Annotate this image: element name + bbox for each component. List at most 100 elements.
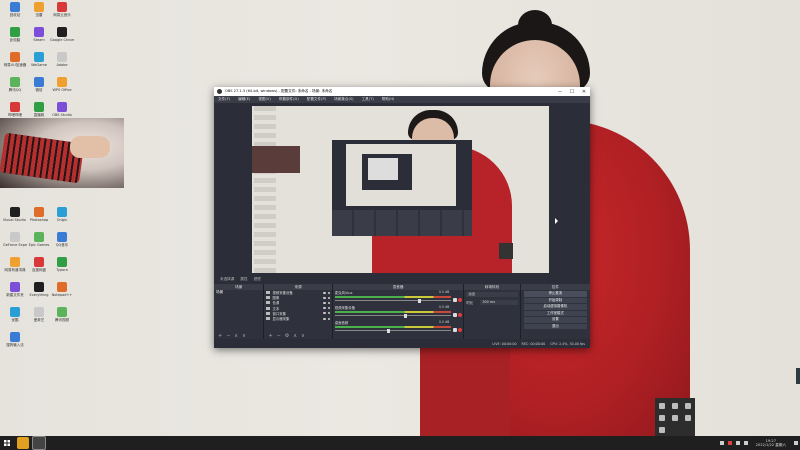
desktop-icon[interactable]: Adobe: [50, 52, 74, 76]
source-settings-icon[interactable]: ⚙: [285, 333, 289, 339]
duration-input[interactable]: 300 ms: [480, 300, 518, 305]
desktop-icon[interactable]: 腾讯QQ: [3, 77, 27, 101]
desktop-icon[interactable]: WeGame: [27, 52, 51, 76]
desktop-icon[interactable]: Everything: [27, 282, 51, 306]
notification-icon[interactable]: [794, 441, 798, 445]
eye-icon[interactable]: [322, 301, 326, 304]
file-explorer-icon[interactable]: [17, 437, 29, 449]
start-recording-button[interactable]: 开始录制: [523, 297, 587, 303]
desktop-icon[interactable]: 百度网盘: [27, 257, 51, 281]
tray-popup-icon[interactable]: [685, 403, 691, 409]
desktop-icon[interactable]: Google Chrome: [50, 27, 74, 51]
network-icon[interactable]: [735, 441, 740, 445]
tray-popup-icon[interactable]: [685, 415, 691, 421]
mixer-settings-icon[interactable]: [458, 298, 463, 302]
volume-slider-handle[interactable]: [403, 313, 407, 318]
speaker-icon[interactable]: [453, 328, 458, 332]
move-scene-down-button[interactable]: ∨: [242, 333, 246, 339]
add-scene-button[interactable]: +: [218, 333, 222, 339]
desktop-icon[interactable]: Steam: [27, 27, 51, 51]
lock-icon[interactable]: [327, 296, 330, 299]
source-item[interactable]: 显示器采集: [264, 316, 331, 321]
speaker-icon[interactable]: [453, 298, 458, 302]
clock[interactable]: 19:27 2022/1/22 星期六: [756, 439, 786, 447]
desktop-icon[interactable]: 网易云音乐: [50, 2, 74, 26]
menu-help[interactable]: 帮助(H): [378, 97, 399, 102]
desktop-icon[interactable]: Notepad++: [50, 282, 74, 306]
maximize-button[interactable]: ☐: [566, 89, 578, 95]
transition-select[interactable]: 淡出: [466, 292, 518, 297]
desktop-icon[interactable]: Photoshop: [27, 207, 51, 231]
tray-icon[interactable]: [719, 441, 724, 445]
desktop-icon[interactable]: 此电脑: [3, 27, 27, 51]
desktop-icon[interactable]: 腾讯视频: [50, 307, 74, 331]
tray-popup-icon[interactable]: [659, 415, 665, 421]
volume-slider[interactable]: [334, 315, 452, 316]
eye-icon[interactable]: [322, 307, 326, 310]
add-source-button[interactable]: +: [268, 333, 272, 339]
desktop-icon[interactable]: 网易UU加速器: [3, 52, 27, 76]
tray-popup-icon[interactable]: [672, 415, 678, 421]
volume-slider-handle[interactable]: [386, 328, 390, 333]
program-preview[interactable]: [252, 106, 549, 273]
desktop-icon[interactable]: 优酷: [3, 307, 27, 331]
desktop-icon[interactable]: 新建文件夹: [3, 282, 27, 306]
minimize-button[interactable]: ─: [554, 89, 566, 95]
menu-scene-collection[interactable]: 场景集合(S): [330, 97, 357, 102]
stop-streaming-button[interactable]: 停止推流: [523, 291, 587, 297]
eye-icon[interactable]: [322, 296, 326, 299]
remove-scene-button[interactable]: −: [226, 333, 230, 339]
eye-icon[interactable]: [322, 317, 326, 320]
desktop-icon[interactable]: Origin: [50, 207, 74, 231]
exit-button[interactable]: 退出: [523, 323, 587, 329]
obs-titlebar[interactable]: OBS 27.1.3 (64-bit, windows) - 配置文件: 未命名…: [214, 87, 590, 96]
menu-tools[interactable]: 工具(T): [358, 97, 378, 102]
volume-slider[interactable]: [334, 330, 452, 331]
lock-icon[interactable]: [327, 301, 330, 304]
menu-docks[interactable]: 停靠部件(D): [275, 97, 303, 102]
desktop-icon[interactable]: 搜狗输入法: [3, 332, 27, 356]
desktop-icon[interactable]: 微信: [27, 77, 51, 101]
close-button[interactable]: ✕: [578, 89, 590, 95]
start-virtual-camera-button[interactable]: 启动虚拟摄像机: [523, 304, 587, 310]
remove-source-button[interactable]: −: [277, 333, 281, 339]
desktop-icon[interactable]: 回收站: [3, 2, 27, 26]
speaker-icon[interactable]: [453, 313, 458, 317]
desktop-icon[interactable]: GeForce Experience: [3, 232, 27, 256]
volume-icon[interactable]: [743, 441, 748, 445]
desktop-icon[interactable]: 迅雷: [27, 2, 51, 26]
eye-icon[interactable]: [322, 312, 326, 315]
volume-slider[interactable]: [334, 300, 452, 301]
mixer-settings-icon[interactable]: [458, 328, 463, 332]
settings-button[interactable]: 设置: [523, 317, 587, 323]
obs-window[interactable]: OBS 27.1.3 (64-bit, windows) - 配置文件: 未命名…: [214, 87, 590, 348]
scene-item[interactable]: 场景: [214, 290, 263, 295]
tray-popup-icon[interactable]: [672, 403, 678, 409]
edge-tab[interactable]: [796, 368, 800, 384]
obs-icon[interactable]: [32, 436, 46, 450]
desktop-icon[interactable]: Visual Studio Code: [3, 207, 27, 231]
eye-icon[interactable]: [322, 291, 326, 294]
menu-edit[interactable]: 编辑(E): [234, 97, 254, 102]
lock-icon[interactable]: [327, 307, 330, 310]
volume-slider-handle[interactable]: [417, 298, 421, 303]
filters-button[interactable]: 滤镜: [254, 277, 261, 282]
menu-view[interactable]: 视图(V): [254, 97, 274, 102]
start-button[interactable]: [0, 436, 14, 450]
tray-popup-icon[interactable]: [659, 403, 665, 409]
move-source-down-button[interactable]: ∨: [301, 333, 305, 339]
desktop-icon[interactable]: WPS Office: [50, 77, 74, 101]
desktop-icon[interactable]: 爱奇艺: [27, 307, 51, 331]
studio-mode-button[interactable]: 工作室模式: [523, 310, 587, 316]
lock-icon[interactable]: [327, 317, 330, 320]
mixer-settings-icon[interactable]: [458, 313, 463, 317]
properties-button[interactable]: 属性: [240, 277, 247, 282]
lock-icon[interactable]: [327, 291, 330, 294]
desktop-icon[interactable]: 网易有道词典: [3, 257, 27, 281]
desktop-icon[interactable]: Typora: [50, 257, 74, 281]
desktop-icon[interactable]: Epic Games: [27, 232, 51, 256]
tray-popup-icon[interactable]: [659, 427, 665, 433]
move-scene-up-button[interactable]: ∧: [234, 333, 238, 339]
tray-icon[interactable]: [727, 441, 732, 445]
lock-icon[interactable]: [327, 312, 330, 315]
